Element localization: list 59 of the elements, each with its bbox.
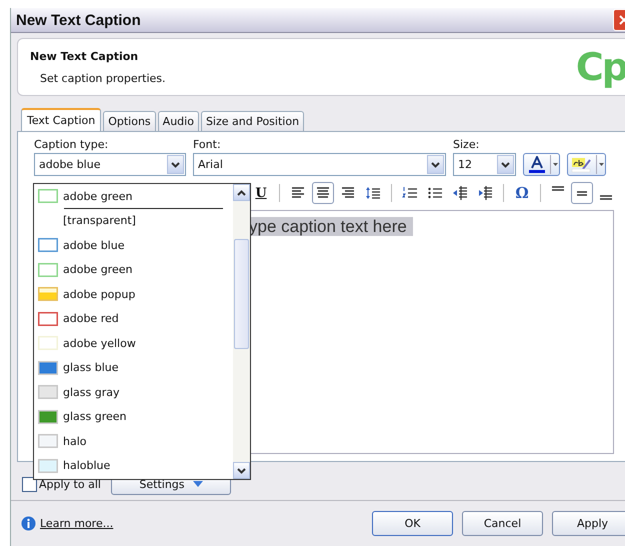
list-item[interactable]: halo: [38, 429, 233, 454]
list-item[interactable]: adobe yellow: [38, 331, 233, 356]
list-item[interactable]: adobe green: [38, 184, 233, 208]
chevron-up-icon: [237, 190, 246, 196]
tab[interactable]: Text Caption: [21, 108, 102, 131]
bullet-list-icon: [427, 186, 443, 200]
line-spacing-icon: [365, 186, 381, 200]
list-item[interactable]: adobe blue: [38, 233, 233, 258]
scroll-thumb[interactable]: [234, 239, 249, 349]
list-item[interactable]: adobe green: [38, 258, 233, 282]
dialog-button[interactable]: Cancel: [462, 511, 543, 536]
list-item[interactable]: adobe popup: [38, 282, 233, 306]
align-center-button[interactable]: [312, 182, 334, 204]
list-item[interactable]: [transparent]: [38, 208, 233, 233]
font-color-icon: [527, 156, 547, 174]
dialog-button[interactable]: Apply: [552, 511, 625, 536]
checkbox-label: Apply to all: [39, 478, 101, 490]
font-color-button[interactable]: [523, 153, 560, 176]
field-label: Font:: [193, 138, 222, 151]
logo: Cp: [576, 45, 625, 89]
tab[interactable]: Options: [103, 111, 156, 131]
underline-button[interactable]: U: [250, 182, 272, 204]
chevron-down-icon: [237, 468, 246, 474]
subscript-icon: [600, 195, 612, 200]
header-title: New Text Caption: [30, 50, 140, 62]
highlight-color-button[interactable]: [567, 153, 606, 176]
outdent-icon: [452, 186, 468, 200]
window-title: New Text Caption: [15, 12, 141, 28]
list-item[interactable]: glass blue: [38, 356, 233, 380]
chevron-down-icon: [431, 162, 440, 168]
align-right-icon: [340, 186, 356, 200]
scrollbar[interactable]: [233, 184, 250, 479]
field-label: Size:: [453, 138, 480, 151]
field-label: Caption type:: [34, 138, 110, 151]
size-dropdown[interactable]: 12: [453, 153, 516, 176]
header-subtitle: Set caption properties.: [40, 72, 166, 84]
tab[interactable]: Audio: [158, 111, 199, 131]
numbered-list-icon: [402, 186, 418, 200]
list-item[interactable]: glass green: [38, 404, 233, 429]
align-center-icon: [315, 186, 331, 200]
checkbox[interactable]: [22, 476, 37, 492]
caret-icon: [552, 163, 558, 166]
caret-icon: [598, 163, 604, 166]
list-item[interactable]: glass gray: [38, 380, 233, 404]
symbol-button[interactable]: Ω: [511, 182, 533, 204]
superscript-icon: [552, 186, 564, 191]
list-item[interactable]: adobe red: [38, 306, 233, 331]
caption-type-dropdown[interactable]: adobe blue: [34, 153, 186, 176]
chevron-down-icon: [501, 162, 510, 168]
font-dropdown[interactable]: Arial: [193, 153, 446, 176]
align-left-icon: [290, 186, 306, 200]
dialog-button[interactable]: OK: [372, 511, 453, 536]
chevron-down-icon: [171, 162, 180, 168]
indent-icon: [477, 186, 493, 200]
info-icon: [21, 516, 36, 531]
tab[interactable]: Size and Position: [200, 111, 304, 131]
highlighter-icon: [571, 156, 593, 172]
baseline-button[interactable]: [571, 182, 593, 204]
learn-more-link[interactable]: Learn more...: [40, 517, 114, 530]
